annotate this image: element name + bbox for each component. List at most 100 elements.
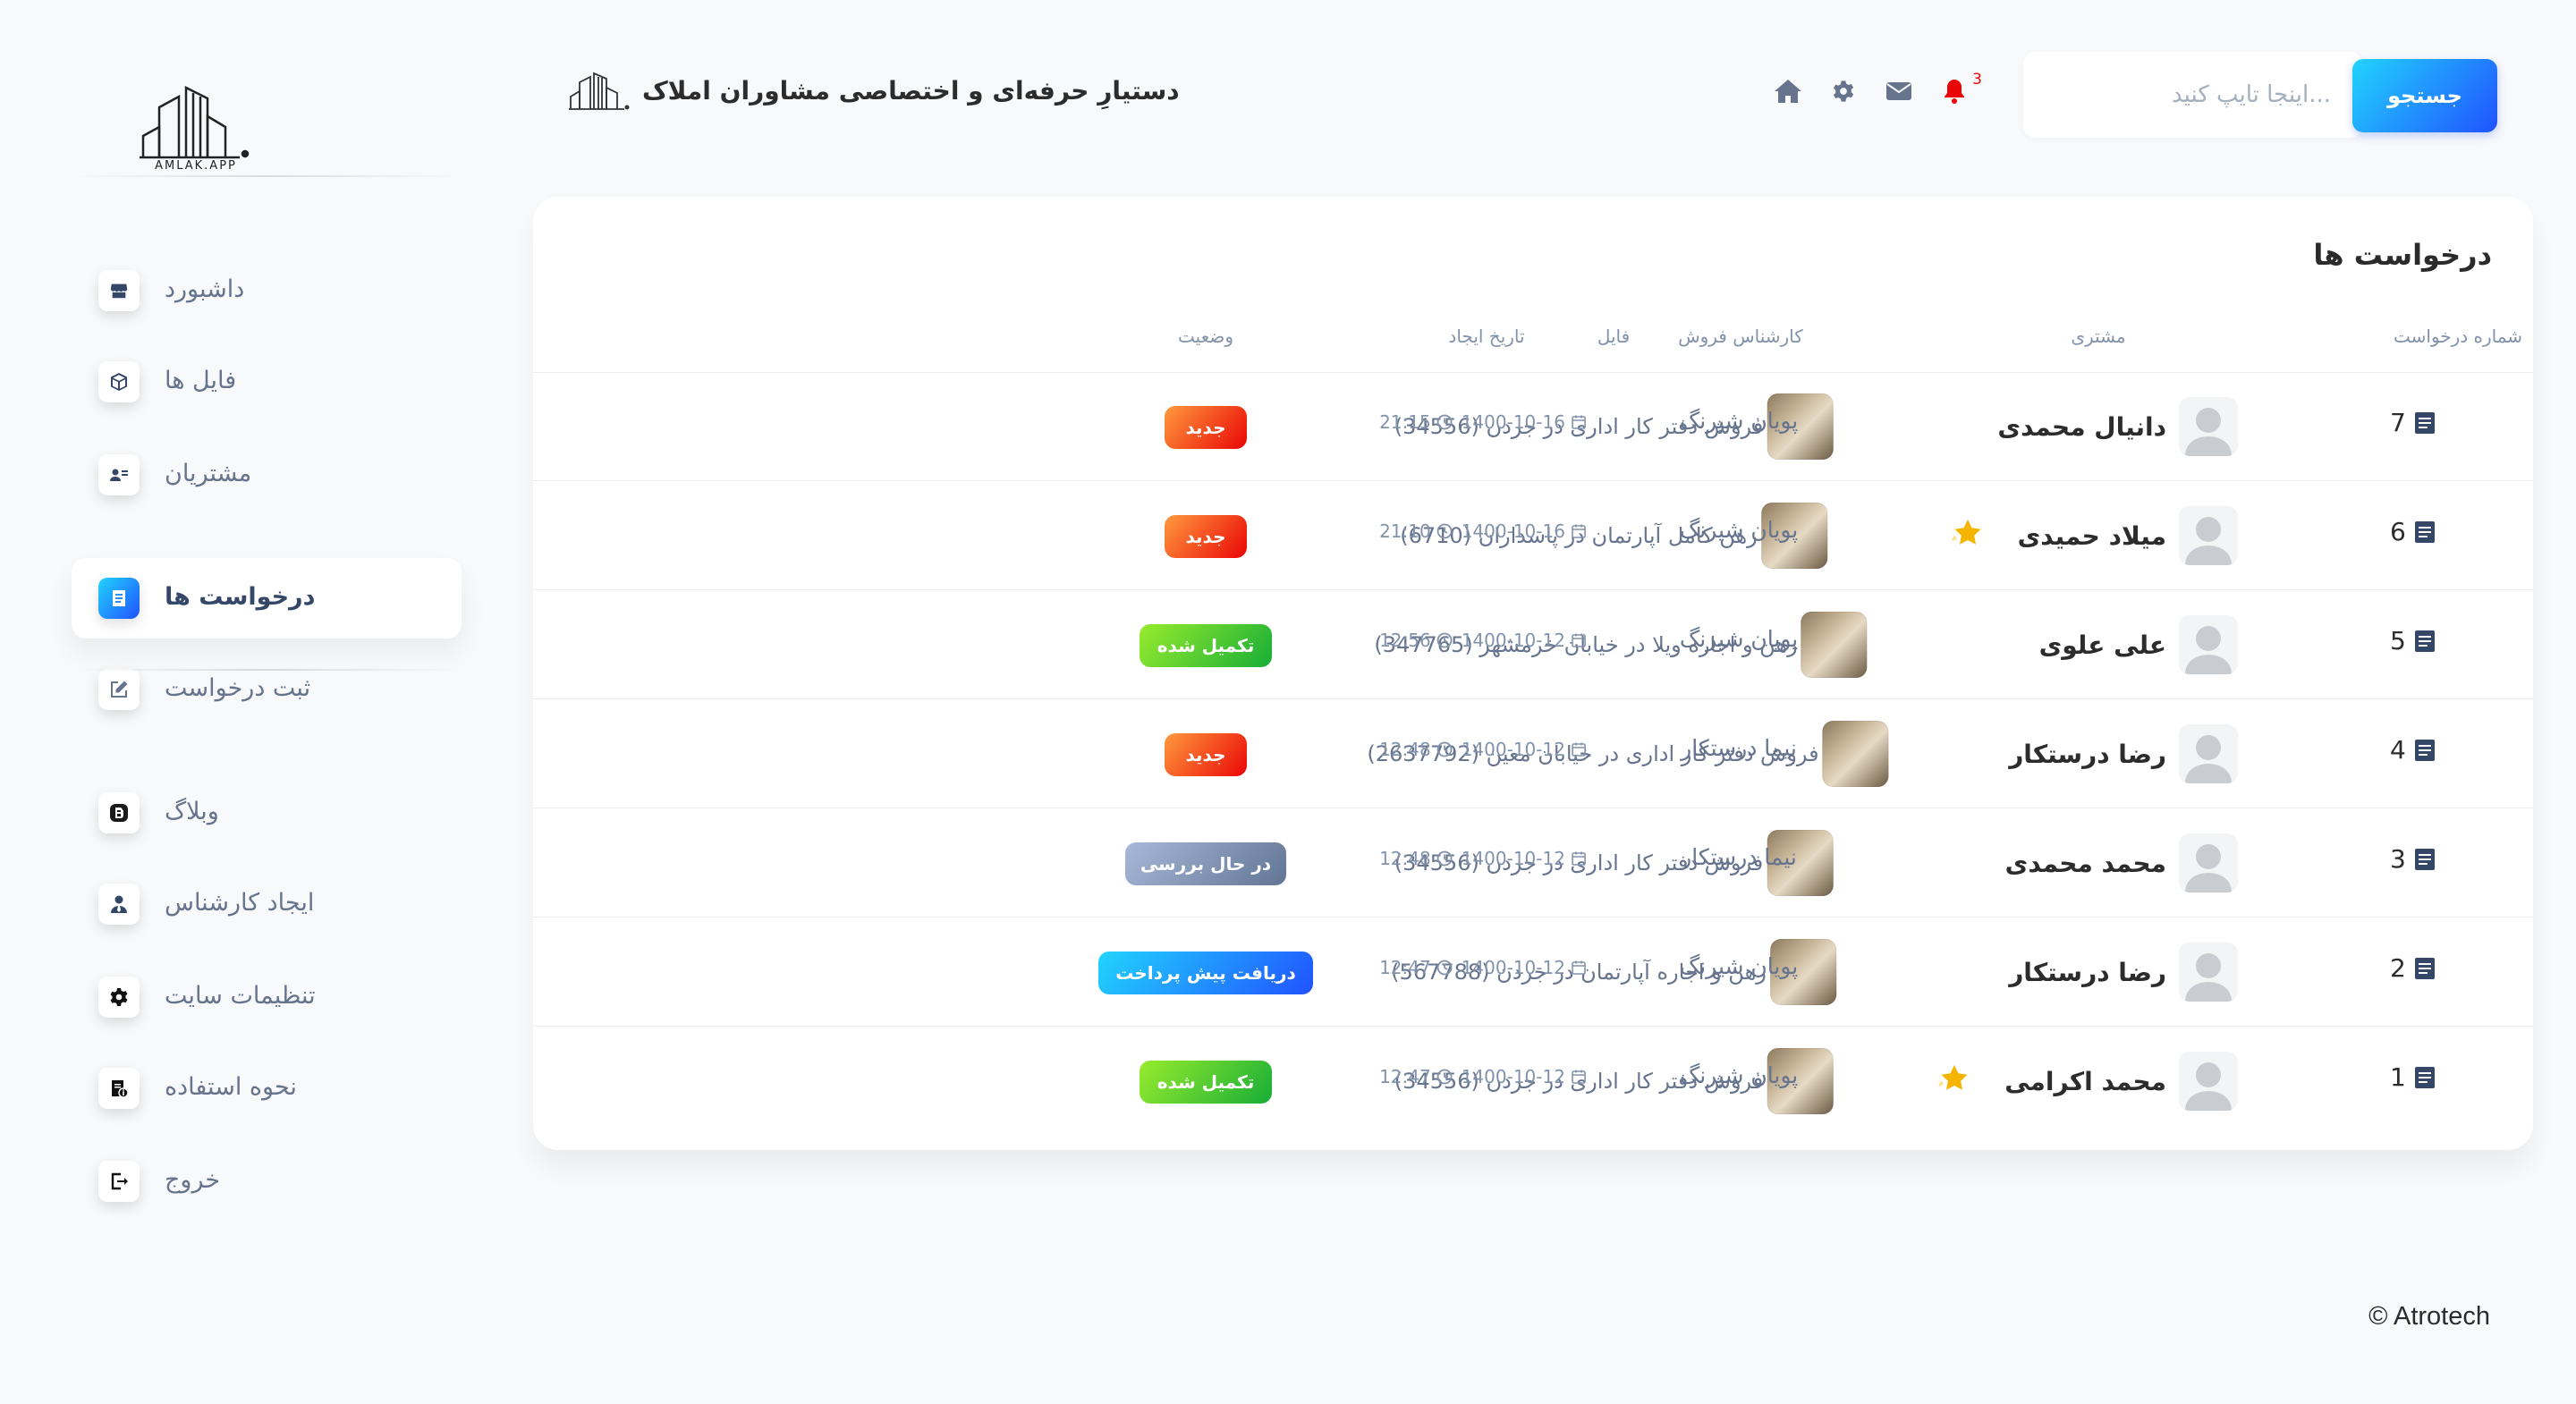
search-input[interactable] <box>2023 52 2363 138</box>
status-badge[interactable]: دریافت پیش پرداخت <box>1098 952 1313 994</box>
table-row[interactable]: 7 دانیال محمدی فروش دفتر کار اداری در جر… <box>533 372 2533 481</box>
status-badge[interactable]: جدید <box>1165 515 1247 558</box>
sidebar-item-files[interactable]: فایل ها <box>72 342 462 422</box>
customer-cell[interactable]: رضا درستکار <box>1939 724 2238 783</box>
sidebar-item-label: فایل ها <box>165 367 237 394</box>
manual-icon <box>98 1068 140 1109</box>
header-brand: دستیارِ حرفه‌ای و اختصاصی مشاوران املاک <box>569 68 1180 113</box>
customer-name: رضا درستکار <box>2009 957 2166 987</box>
sales-agent: نیما درستکار <box>1681 844 1797 870</box>
sidebar-item-customers[interactable]: مشتریان <box>72 435 462 515</box>
request-number-cell: 7 <box>2390 408 2436 437</box>
sidebar-item-new-request[interactable]: ثبت درخواست <box>72 649 462 730</box>
user-tie-icon <box>98 884 140 925</box>
sales-agent: پویان شیرنگ <box>1679 408 1799 434</box>
calendar-icon <box>1572 960 1586 975</box>
sales-agent: پویان شیرنگ <box>1679 953 1799 979</box>
created-datetime: 21:15 1400-10-16 <box>1379 411 1587 433</box>
calendar-icon <box>1572 851 1586 866</box>
sidebar-item-site-settings[interactable]: تنظیمات سایت <box>72 957 462 1037</box>
customer-avatar <box>2179 833 2238 892</box>
col-header-date: تاریخ ایجاد <box>1448 326 1525 347</box>
sidebar-item-blog[interactable]: وبلاگ <box>72 773 462 853</box>
sidebar-item-how-to-use[interactable]: نحوه استفاده <box>72 1048 462 1129</box>
status-badge[interactable]: در حال بررسی <box>1125 842 1286 885</box>
customer-avatar <box>2179 506 2238 565</box>
request-number: 5 <box>2390 626 2406 655</box>
customer-cell[interactable]: محمد محمدی <box>1936 833 2238 892</box>
customer-cell[interactable]: رضا درستکار <box>1939 943 2238 1002</box>
page-title: دستیارِ حرفه‌ای و اختصاصی مشاوران املاک <box>642 75 1180 106</box>
clock-icon <box>1436 414 1453 430</box>
customer-avatar <box>2179 397 2238 456</box>
customer-name: رضا درستکار <box>2009 739 2166 769</box>
customer-cell[interactable]: دانیال محمدی <box>1928 397 2238 456</box>
customer-name: محمد محمدی <box>2004 848 2166 878</box>
customer-cell[interactable]: محمد اکرامی <box>1935 1052 2238 1111</box>
calendar-icon <box>1572 1070 1586 1084</box>
sidebar-item-requests[interactable]: درخواست ها <box>72 558 462 639</box>
request-number-cell: 3 <box>2390 844 2436 874</box>
table-row[interactable]: 1 محمد اکرامی فروش دفتر کار اداری در جرد… <box>533 1027 2533 1136</box>
customer-cell[interactable]: میلاد حمیدی <box>1948 506 2238 565</box>
time-text: 12:47 <box>1379 957 1431 978</box>
envelope-icon[interactable] <box>1884 76 1914 106</box>
sidebar-item-logout[interactable]: خروج <box>72 1141 462 1222</box>
amlak-logo[interactable]: AMLAK.APP <box>140 80 252 173</box>
clock-icon <box>1436 960 1453 976</box>
calendar-icon <box>1572 742 1586 757</box>
sidebar: AMLAK.APP داشبورد فایل ها مشتریان درخواس… <box>72 72 462 1234</box>
home-icon[interactable] <box>1773 76 1803 106</box>
search-box <box>2023 52 2363 138</box>
gear-icon[interactable] <box>1828 76 1859 106</box>
table-row[interactable]: 4 رضا درستکار فروش دفتر کار اداری در خیا… <box>533 699 2533 808</box>
table-row[interactable]: 5 علی علوی رهن و اجاره ویلا در خیابان خر… <box>533 590 2533 699</box>
bell-icon[interactable]: 3 <box>1939 71 1982 106</box>
logo-buildings-icon <box>140 85 250 159</box>
calendar-icon <box>1572 633 1586 647</box>
created-time: 12:47 <box>1379 1066 1453 1087</box>
created-date: 1400-10-12 <box>1462 739 1587 760</box>
customer-cell[interactable]: علی علوی <box>1970 615 2238 674</box>
created-datetime: 12:47 1400-10-12 <box>1379 957 1587 978</box>
property-thumbnail <box>1822 721 1889 787</box>
sidebar-item-create-agent[interactable]: ایجاد کارشناس <box>72 864 462 944</box>
document-icon <box>2414 630 2435 652</box>
sidebar-item-dashboard[interactable]: داشبورد <box>72 250 462 331</box>
sidebar-item-label: ثبت درخواست <box>165 674 311 702</box>
status-badge[interactable]: جدید <box>1165 406 1247 449</box>
search-button[interactable]: جستجو <box>2352 59 2497 132</box>
status-badge[interactable]: تکمیل شده <box>1140 624 1272 667</box>
clock-icon <box>1436 850 1453 867</box>
logout-icon <box>98 1161 140 1202</box>
col-header-agent: کارشناس فروش <box>1678 326 1803 347</box>
table-row[interactable]: 6 میلاد حمیدی رهن کامل آپارتمان در پاسدا… <box>533 481 2533 590</box>
clock-icon <box>1436 741 1453 757</box>
footer-copyright: © Atrotech <box>2368 1302 2490 1331</box>
created-time: 12:48 <box>1379 848 1453 869</box>
requests-card: درخواست ها شماره درخواست مشتری فایل وضعی… <box>533 197 2533 1150</box>
created-datetime: 12:47 1400-10-12 <box>1379 1066 1587 1087</box>
status-badge[interactable]: جدید <box>1165 733 1247 776</box>
box-icon <box>98 361 140 402</box>
col-header-number: شماره درخواست <box>2393 326 2523 347</box>
clock-icon <box>1436 1069 1453 1085</box>
shop-icon <box>98 270 140 311</box>
created-date: 1400-10-12 <box>1462 630 1587 651</box>
created-date: 1400-10-12 <box>1462 1066 1587 1087</box>
sidebar-divider <box>72 669 462 671</box>
property-thumbnail <box>1801 612 1868 678</box>
table-row[interactable]: 3 محمد محمدی فروش دفتر کار اداری در جردن… <box>533 808 2533 918</box>
customer-name: میلاد حمیدی <box>2017 520 2166 551</box>
notification-count: 3 <box>1972 71 1982 89</box>
time-text: 12:48 <box>1379 848 1431 869</box>
request-number: 4 <box>2390 735 2406 765</box>
document-icon <box>2414 848 2435 870</box>
sidebar-item-label: نحوه استفاده <box>165 1073 297 1101</box>
header-icons: 3 <box>1773 71 1982 109</box>
table-row[interactable]: 2 رضا درستکار رهن و اجاره آپارتمان در جر… <box>533 918 2533 1027</box>
created-date: 1400-10-12 <box>1462 848 1587 869</box>
time-text: 12:47 <box>1379 1066 1431 1087</box>
status-badge[interactable]: تکمیل شده <box>1140 1061 1272 1104</box>
request-number-cell: 4 <box>2390 735 2436 765</box>
